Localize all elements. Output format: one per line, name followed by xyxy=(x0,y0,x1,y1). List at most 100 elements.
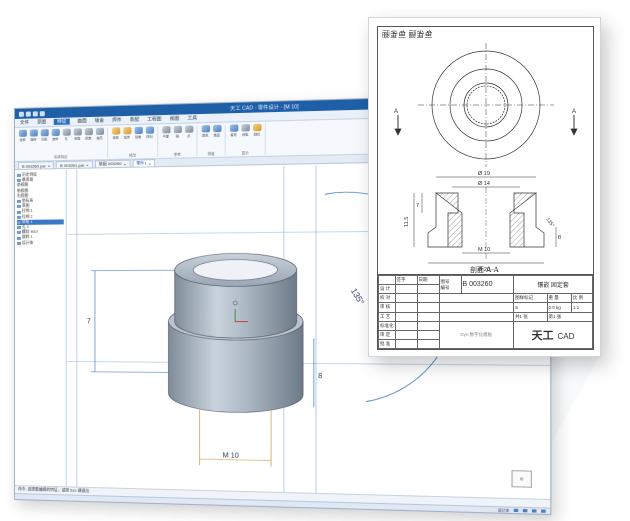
dim-d14: Ø 14 xyxy=(478,181,490,187)
coordinate-icon xyxy=(16,200,21,204)
thread-icon xyxy=(16,231,21,235)
loft-icon xyxy=(51,128,60,137)
loft-button[interactable]: 放样 xyxy=(51,128,60,141)
tb-col-date: 日期 xyxy=(416,274,440,286)
ribbon-group-measure: 距离 角度 测量 xyxy=(200,124,226,157)
grid-icon[interactable] xyxy=(513,508,519,513)
feature-tree: 历史特征 基准面 前视图 俯视图 右视图 坐标系 草图 拉伸 1 拉伸 2 倒角… xyxy=(14,169,67,487)
menu-sheetmetal[interactable]: 钣金 xyxy=(95,118,104,124)
point-icon xyxy=(184,125,193,133)
shaded-cube-icon xyxy=(229,124,238,132)
extrude-icon xyxy=(16,210,21,214)
scene: 天工 CAD · 零件设计 · [M 10] 文件 草图 特征 曲面 钣金 焊件… xyxy=(0,0,630,521)
dim-chamfer: 135° xyxy=(544,217,555,229)
dim-d19: Ø 19 xyxy=(478,171,490,177)
tb-col-sign: 签字 xyxy=(394,274,418,286)
tb-drawing-number: B 003260 xyxy=(460,274,515,295)
dim-height-label: 7 xyxy=(87,318,91,325)
menu-feature[interactable]: 特征 xyxy=(54,118,70,125)
doc-tab[interactable]: B 003260.par × xyxy=(17,161,55,169)
undo-icon[interactable] xyxy=(32,110,38,116)
chamfer-button[interactable]: 倒角 xyxy=(73,128,82,141)
menu-view[interactable]: 视图 xyxy=(170,116,180,122)
dim-height[interactable] xyxy=(91,270,175,372)
axis-button[interactable]: 轴 xyxy=(173,125,182,139)
mirror-button[interactable]: 镜像 xyxy=(134,126,143,139)
close-icon[interactable]: × xyxy=(149,161,151,166)
plane-icon xyxy=(161,126,171,134)
menu-sketch[interactable]: 草图 xyxy=(37,119,46,125)
hole-icon xyxy=(62,128,71,136)
dim-right-label: 8 xyxy=(318,373,322,380)
angle-button[interactable]: 角度 xyxy=(212,124,221,138)
section-mark-left: A xyxy=(394,109,398,115)
save-icon[interactable] xyxy=(25,111,31,117)
ortho-icon[interactable] xyxy=(531,509,537,513)
menu-file[interactable]: 文件 xyxy=(20,120,29,126)
menu-surface[interactable]: 曲面 xyxy=(77,118,86,124)
quick-access-toolbar[interactable] xyxy=(18,110,45,117)
extrude-button[interactable]: 拉伸 xyxy=(18,129,27,142)
view-cube[interactable]: 前 xyxy=(511,470,532,488)
shell-button[interactable]: 抽壳 xyxy=(95,127,104,140)
tb-brand: 天工 CAD xyxy=(513,320,593,350)
pattern-icon xyxy=(145,126,154,134)
ribbon-group-solid: 拉伸 旋转 扫掠 放样 孔 倒角 圆角 抽壳 实体特征 xyxy=(17,127,109,160)
dim-angle-label: 135° xyxy=(349,287,367,307)
draft-button[interactable]: 拔模 xyxy=(111,127,120,140)
top-view xyxy=(394,43,578,167)
thicken-button[interactable]: 加厚 xyxy=(122,127,132,139)
fillet-icon xyxy=(84,128,93,136)
extrude-icon xyxy=(16,215,21,219)
tree-node[interactable]: 设计体 xyxy=(16,240,64,246)
fillet-button[interactable]: 圆角 xyxy=(84,128,93,140)
point-button[interactable]: 点 xyxy=(184,125,193,139)
zoom-icon[interactable] xyxy=(541,509,546,513)
tb-mid-note: Dyn 数字化模板 xyxy=(438,320,515,350)
menu-tools[interactable]: 工具 xyxy=(188,115,198,121)
wireframe-button[interactable]: 线框 xyxy=(240,124,250,137)
doc-tab[interactable]: B 003261.par × xyxy=(56,160,93,169)
chamfer-icon xyxy=(73,128,82,136)
draft-icon xyxy=(111,127,120,135)
dim-h-inner: 7 xyxy=(416,203,419,209)
section-view: Ø 19 Ø 14 11.5 7 8 135° M 10 Ø 20 xyxy=(404,171,561,273)
sweep-button[interactable]: 扫掠 xyxy=(40,129,49,141)
hole-button[interactable]: 孔 xyxy=(62,128,71,141)
title-block: 签字 日期 图号 编号 B 003260 镶嵌 固定套 设 计 校 对 图样标记 … xyxy=(378,274,594,350)
plane-icon xyxy=(16,179,21,183)
wireframe-icon xyxy=(240,124,250,132)
app-logo-icon[interactable] xyxy=(18,111,24,117)
menu-weldment[interactable]: 焊件 xyxy=(112,117,121,123)
drawing-sheet: 鱼雀骊 鱼雀骊 A A Ø 19 Ø 14 11.5 7 8 135° M 10… xyxy=(368,17,601,357)
pattern-button[interactable]: 阵列 xyxy=(145,126,154,139)
ribbon-group-display: 着色 线框 剖切 显示 xyxy=(228,123,266,156)
close-icon[interactable]: × xyxy=(124,161,126,166)
revolve-button[interactable]: 旋转 xyxy=(29,129,38,142)
protractor-icon xyxy=(212,124,221,133)
dim-thread-m10: M 10 xyxy=(478,247,490,253)
ribbon-group-reference: 平面 轴 点 参考 xyxy=(161,125,198,157)
mirror-icon xyxy=(134,126,143,135)
doc-tab-active[interactable]: 零件1 × xyxy=(132,159,156,167)
revolve-icon xyxy=(16,236,21,240)
ribbon-group-modify: 拔模 加厚 镜像 阵列 修改 xyxy=(111,126,159,158)
menu-drawing[interactable]: 工程图 xyxy=(147,116,161,122)
ruler-icon xyxy=(201,125,210,133)
shaded-button[interactable]: 着色 xyxy=(229,124,238,137)
plane-button[interactable]: 平面 xyxy=(161,126,171,139)
close-icon[interactable]: × xyxy=(48,163,50,168)
extrude-icon xyxy=(18,129,27,137)
close-icon[interactable]: × xyxy=(86,162,88,167)
redo-icon[interactable] xyxy=(39,110,45,116)
sheet-border: 鱼雀骊 鱼雀骊 A A Ø 19 Ø 14 11.5 7 8 135° M 10… xyxy=(377,26,594,350)
dim-thread-label: M 10 xyxy=(223,452,239,460)
distance-button[interactable]: 距离 xyxy=(201,125,210,138)
section-button[interactable]: 剖切 xyxy=(252,123,262,137)
doc-tab[interactable]: 装配 003260 × xyxy=(94,159,131,168)
axis-icon xyxy=(173,125,182,134)
chamfer-icon xyxy=(16,220,21,224)
section-icon xyxy=(252,123,262,132)
menu-assembly[interactable]: 装配 xyxy=(130,117,139,123)
snap-icon[interactable] xyxy=(522,508,528,513)
